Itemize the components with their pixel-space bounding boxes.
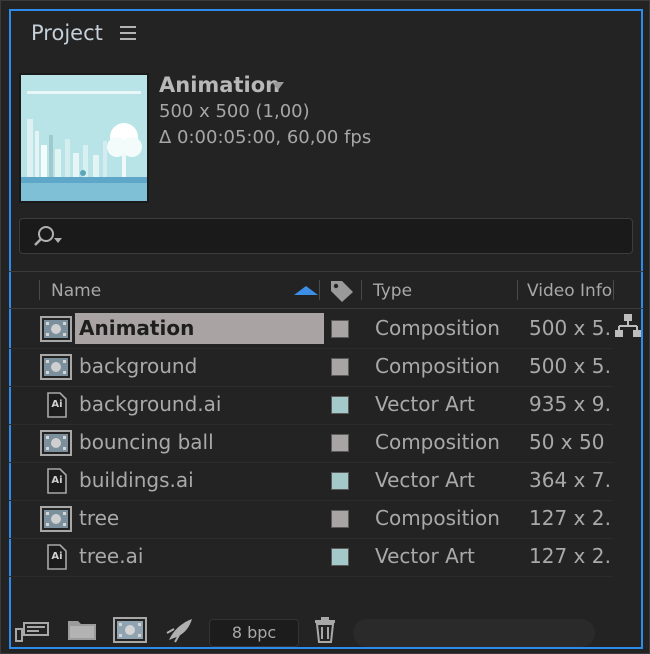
flowchart-icon[interactable] xyxy=(615,313,641,339)
preview-dimensions: 500 x 500 (1,00) xyxy=(159,101,310,122)
label-color-swatch[interactable] xyxy=(331,358,349,376)
svg-text:Ai: Ai xyxy=(51,475,62,486)
panel-title[interactable]: Project xyxy=(31,21,103,45)
composition-icon-graphic xyxy=(40,354,72,380)
item-type: Composition xyxy=(375,316,500,340)
item-name[interactable]: tree.ai xyxy=(79,544,143,568)
column-header: Name Type Video Info xyxy=(9,271,643,309)
project-item-row[interactable]: Ai tree.ai Vector Art 127 x 2… xyxy=(9,538,613,577)
item-video-info: 127 x 2… xyxy=(529,544,613,568)
project-item-row[interactable]: background Composition 500 x 5… xyxy=(9,348,613,387)
preview-dropdown-icon[interactable] xyxy=(272,82,284,90)
panel-menu-icon[interactable] xyxy=(120,25,138,41)
search-icon[interactable] xyxy=(32,224,66,248)
item-name[interactable]: bouncing ball xyxy=(79,430,214,454)
project-item-row[interactable]: bouncing ball Composition 50 x 50 xyxy=(9,424,613,463)
composition-icon xyxy=(40,354,72,380)
item-type: Composition xyxy=(375,506,500,530)
horizontal-scrollbar[interactable] xyxy=(353,619,595,647)
composition-icon-graphic xyxy=(40,316,72,342)
project-panel: Project Animation 500 x 500 (1,00) Δ 0:0… xyxy=(0,0,650,654)
composition-icon-graphic xyxy=(40,506,72,532)
item-type: Vector Art xyxy=(375,468,475,492)
item-video-info: 364 x 7… xyxy=(529,468,613,492)
label-color-swatch[interactable] xyxy=(331,472,349,490)
interpret-footage-icon[interactable] xyxy=(15,617,49,643)
column-name[interactable]: Name xyxy=(51,281,101,301)
item-video-info: 127 x 2… xyxy=(529,506,613,530)
preview-duration-fps: Δ 0:00:05:00, 60,00 fps xyxy=(159,127,372,148)
ai-file-icon: Ai xyxy=(40,468,72,494)
project-item-row[interactable]: tree Composition 127 x 2… xyxy=(9,500,613,539)
item-type: Composition xyxy=(375,430,500,454)
composition-icon xyxy=(40,430,72,456)
item-video-info: 50 x 50 xyxy=(529,430,605,454)
search-input[interactable] xyxy=(66,225,620,249)
column-video-info[interactable]: Video Info xyxy=(527,281,612,301)
ai-file-icon: Ai xyxy=(40,544,72,570)
item-video-info: 500 x 5… xyxy=(529,316,613,340)
item-name[interactable]: buildings.ai xyxy=(79,468,194,492)
label-color-swatch[interactable] xyxy=(331,396,349,414)
label-color-swatch[interactable] xyxy=(331,434,349,452)
item-name[interactable]: background xyxy=(79,354,197,378)
ai-file-icon-graphic: Ai xyxy=(47,392,67,418)
item-type: Vector Art xyxy=(375,544,475,568)
item-name[interactable]: background.ai xyxy=(79,392,221,416)
composition-thumbnail xyxy=(19,73,149,203)
sort-ascending-icon[interactable] xyxy=(294,286,318,295)
bit-depth-button[interactable]: 8 bpc xyxy=(209,619,299,647)
ai-file-icon: Ai xyxy=(40,392,72,418)
item-video-info: 500 x 5… xyxy=(529,354,613,378)
composition-icon xyxy=(40,506,72,532)
item-name[interactable]: Animation xyxy=(75,313,325,344)
trash-icon[interactable] xyxy=(313,617,337,643)
preview-composition-name[interactable]: Animation xyxy=(159,73,280,97)
label-column-tag-icon[interactable] xyxy=(329,279,355,303)
svg-text:Ai: Ai xyxy=(51,399,62,410)
label-color-swatch[interactable] xyxy=(331,320,349,338)
search-field[interactable] xyxy=(19,218,633,254)
project-item-row[interactable]: Animation Composition 500 x 5… xyxy=(9,310,613,349)
item-name[interactable]: tree xyxy=(79,506,119,530)
dependencies-icon[interactable] xyxy=(165,617,195,643)
composition-icon xyxy=(40,316,72,342)
project-item-row[interactable]: Ai buildings.ai Vector Art 364 x 7… xyxy=(9,462,613,501)
composition-icon-graphic xyxy=(40,430,72,456)
project-item-row[interactable]: Ai background.ai Vector Art 935 x 9… xyxy=(9,386,613,425)
label-color-swatch[interactable] xyxy=(331,548,349,566)
label-color-swatch[interactable] xyxy=(331,510,349,528)
ai-file-icon-graphic: Ai xyxy=(47,468,67,494)
panel-footer: 8 bpc xyxy=(9,611,643,649)
new-composition-icon[interactable] xyxy=(113,617,147,643)
item-type: Composition xyxy=(375,354,500,378)
column-type[interactable]: Type xyxy=(373,281,412,301)
item-type: Vector Art xyxy=(375,392,475,416)
new-folder-icon[interactable] xyxy=(67,617,97,643)
svg-text:Ai: Ai xyxy=(51,551,62,562)
ai-file-icon-graphic: Ai xyxy=(47,544,67,570)
item-video-info: 935 x 9… xyxy=(529,392,613,416)
